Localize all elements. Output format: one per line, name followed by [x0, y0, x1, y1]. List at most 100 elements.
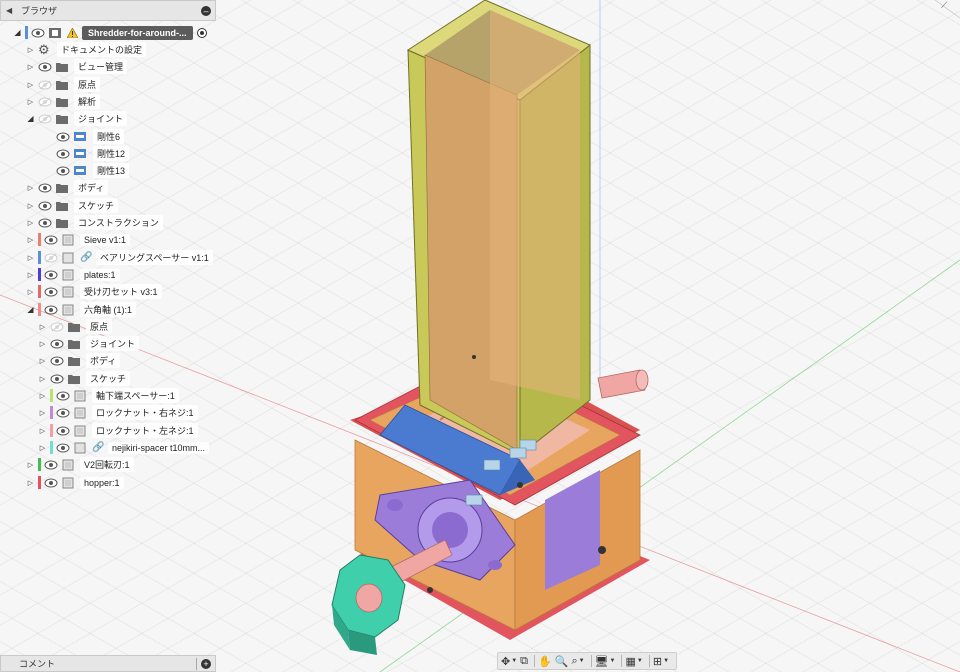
eye-icon[interactable] [56, 132, 70, 142]
tree-item[interactable]: ▷ スケッチ [38, 371, 131, 386]
eye-icon[interactable] [56, 166, 70, 176]
eye-icon[interactable] [38, 62, 52, 72]
expand-arrow-icon[interactable]: ▷ [26, 271, 35, 279]
expand-arrow-icon[interactable]: ▷ [38, 375, 47, 383]
eye-icon[interactable] [50, 356, 64, 366]
collapse-left-icon[interactable]: ◀ [6, 6, 18, 15]
comments-panel[interactable]: コメント + [0, 655, 216, 672]
tree-item[interactable]: 剛性13 [38, 163, 130, 178]
expand-arrow-icon[interactable]: ▷ [26, 81, 35, 89]
tree-item[interactable]: ▷ ⚙ ドキュメントの設定 [26, 42, 147, 57]
eye-icon[interactable] [44, 270, 58, 280]
tree-item[interactable]: ◢ 六角軸 (1):1 [26, 302, 137, 317]
chevron-down-icon[interactable]: ▼ [610, 658, 616, 664]
eye-icon[interactable] [50, 339, 64, 349]
expand-arrow-icon[interactable]: ▷ [26, 202, 35, 210]
expand-arrow-icon[interactable]: ▷ [26, 479, 35, 487]
folder-icon [56, 114, 68, 124]
eye-icon[interactable] [44, 287, 58, 297]
eye-icon[interactable] [50, 374, 64, 384]
eye-icon[interactable] [44, 235, 58, 245]
activate-radio-icon[interactable] [196, 27, 207, 38]
tree-item[interactable]: ▷ ロックナット・左ネジ:1 [38, 423, 198, 438]
panel-menu-icon[interactable]: – [201, 6, 211, 16]
eye-hidden-icon[interactable] [44, 253, 58, 263]
component-icon [62, 459, 74, 470]
eye-icon[interactable] [38, 183, 52, 193]
viewcube-edge-icon[interactable]: ⟋ [941, 0, 947, 11]
eye-hidden-icon[interactable] [38, 97, 52, 107]
tree-item[interactable]: ▷ ボディ [26, 180, 109, 195]
chevron-down-icon[interactable]: ▼ [637, 658, 643, 664]
tree-item[interactable]: ▷ スケッチ [26, 198, 119, 213]
tree-item[interactable]: ▷ 解析 [26, 94, 101, 109]
tree-item[interactable]: ▷ ボディ [38, 353, 121, 368]
look-at-icon[interactable]: ⧉ [520, 654, 528, 668]
tree-item[interactable]: ▷ Sieve v1:1 [26, 232, 131, 247]
tree-item[interactable]: ▷ hopper:1 [26, 475, 124, 490]
eye-icon[interactable] [38, 201, 52, 211]
add-comment-icon[interactable]: + [201, 659, 211, 669]
expand-arrow-icon[interactable]: ▷ [26, 63, 35, 71]
chevron-down-icon[interactable]: ▼ [663, 658, 669, 664]
tree-item[interactable]: ▷ ロックナット・右ネジ:1 [38, 405, 198, 420]
eye-icon[interactable] [44, 460, 58, 470]
expand-arrow-icon[interactable]: ▷ [38, 340, 47, 348]
tree-item[interactable]: ▷ 🔗 ベアリングスペーサー v1:1 [26, 250, 213, 265]
display-settings-icon[interactable]: 🖥 ▼ [595, 654, 616, 668]
tree-item[interactable]: ▷ ビュー管理 [26, 59, 128, 74]
tree-item[interactable]: 剛性12 [38, 146, 130, 161]
expand-arrow-icon[interactable]: ▷ [26, 98, 35, 106]
expand-arrow-icon[interactable]: ▷ [26, 461, 35, 469]
eye-icon[interactable] [56, 408, 70, 418]
tree-item[interactable]: ▷ plates:1 [26, 267, 120, 282]
viewports-icon[interactable]: ⊞ ▼ [653, 654, 669, 668]
tree-item[interactable]: ▷ 軸下端スペーサー:1 [38, 388, 179, 403]
tree-item[interactable]: ▷ 原点 [26, 77, 101, 92]
expand-arrow-icon[interactable]: ◢ [26, 114, 35, 123]
root-document-label[interactable]: Shredder-for-around-... [82, 25, 193, 40]
component-icon [74, 390, 86, 401]
pan-icon[interactable]: ✋ [538, 654, 552, 668]
zoom-icon[interactable]: 🔍 [555, 654, 569, 668]
eye-icon[interactable] [31, 28, 45, 38]
expand-arrow-icon[interactable]: ▷ [38, 427, 47, 435]
expand-arrow-icon[interactable]: ▷ [26, 219, 35, 227]
tree-item[interactable]: ▷ V2回転刃:1 [26, 457, 134, 472]
eye-hidden-icon[interactable] [38, 114, 52, 124]
expand-arrow-icon[interactable]: ▷ [26, 46, 35, 54]
expand-arrow-icon[interactable]: ◢ [13, 28, 22, 37]
chevron-down-icon[interactable]: ▼ [579, 658, 585, 664]
tree-item[interactable]: 剛性6 [38, 129, 125, 144]
expand-arrow-icon[interactable]: ▷ [38, 409, 47, 417]
tree-root[interactable]: ◢ Shredder-for-around-... [13, 25, 207, 40]
eye-hidden-icon[interactable] [50, 322, 64, 332]
expand-arrow-icon[interactable]: ▷ [26, 254, 35, 262]
expand-arrow-icon[interactable]: ▷ [38, 392, 47, 400]
grid-icon[interactable]: ▦ ▼ [625, 654, 642, 668]
eye-icon[interactable] [56, 443, 70, 453]
eye-icon[interactable] [56, 426, 70, 436]
expand-arrow-icon[interactable]: ▷ [38, 323, 47, 331]
chevron-down-icon[interactable]: ▼ [511, 658, 517, 664]
expand-arrow-icon[interactable]: ▷ [26, 236, 35, 244]
orbit-icon[interactable]: ✥ ▼ [501, 654, 517, 668]
expand-arrow-icon[interactable]: ▷ [38, 444, 47, 452]
eye-icon[interactable] [56, 391, 70, 401]
eye-icon[interactable] [44, 478, 58, 488]
expand-arrow-icon[interactable]: ▷ [38, 357, 47, 365]
tree-item[interactable]: ▷ ジョイント [38, 336, 140, 351]
tree-item[interactable]: ▷ 🔗 nejikiri-spacer t10mm... [38, 440, 210, 455]
eye-icon[interactable] [44, 305, 58, 315]
expand-arrow-icon[interactable]: ▷ [26, 288, 35, 296]
eye-hidden-icon[interactable] [38, 80, 52, 90]
zoom-window-icon[interactable]: ⌕ ▼ [571, 654, 584, 668]
expand-arrow-icon[interactable]: ▷ [26, 184, 35, 192]
eye-icon[interactable] [38, 218, 52, 228]
expand-arrow-icon[interactable]: ◢ [26, 305, 35, 314]
tree-item[interactable]: ◢ ジョイント [26, 111, 128, 126]
tree-item[interactable]: ▷ 原点 [38, 319, 113, 334]
tree-item[interactable]: ▷ コンストラクション [26, 215, 163, 230]
eye-icon[interactable] [56, 149, 70, 159]
tree-item[interactable]: ▷ 受け刃セット v3:1 [26, 284, 162, 299]
